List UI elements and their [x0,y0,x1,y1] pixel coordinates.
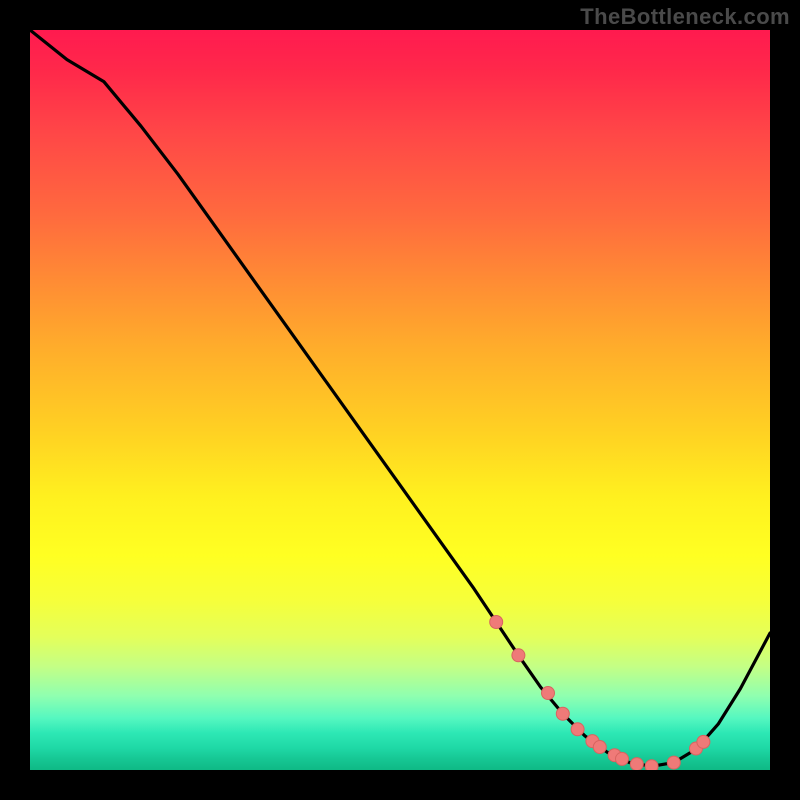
highlight-point [667,756,680,769]
highlight-point [645,760,658,770]
highlight-point [593,741,606,754]
chart-frame: TheBottleneck.com [0,0,800,800]
plot-area [30,30,770,770]
bottleneck-curve [30,30,770,766]
watermark-text: TheBottleneck.com [580,4,790,30]
highlight-point [490,616,503,629]
highlight-point [556,707,569,720]
highlight-point [697,735,710,748]
highlight-point [630,758,643,770]
chart-svg [30,30,770,770]
highlight-point [616,752,629,765]
highlight-point [571,723,584,736]
highlight-point [542,687,555,700]
highlight-points [490,616,710,771]
highlight-point [512,649,525,662]
